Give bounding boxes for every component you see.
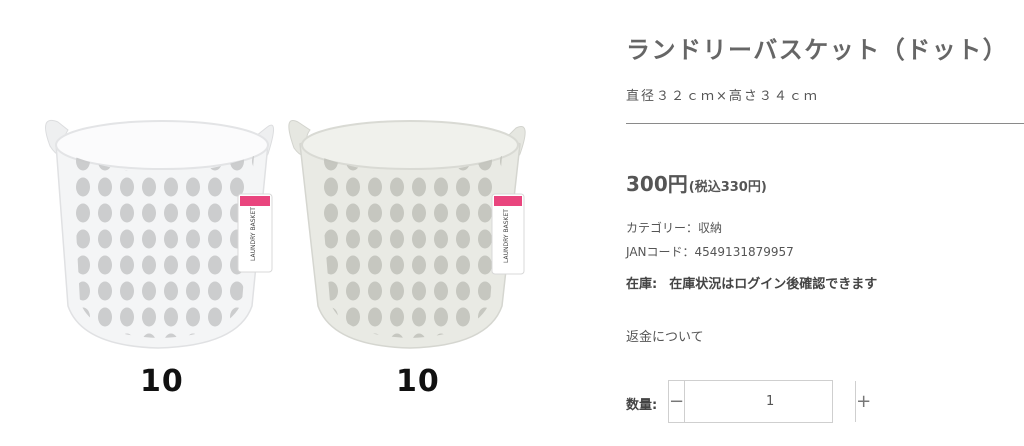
quantity-stepper: − + — [668, 380, 871, 423]
quantity-decrease-button[interactable]: − — [669, 381, 686, 422]
price-tax-note: (税込330円) — [688, 180, 767, 195]
product-category: カテゴリー：収納 — [626, 221, 723, 235]
svg-text:LAUNDRY BASKET: LAUNDRY BASKET — [250, 207, 257, 261]
quantity-input[interactable] — [685, 381, 856, 422]
stock-value: 在庫状況はログイン後確認できます — [669, 277, 878, 292]
basket-white: LAUNDRY BASKET — [45, 120, 274, 349]
quantity-label: 数量: — [626, 398, 658, 413]
product-info: ランドリーバスケット（ドット） 直径３２ｃｍ×高さ３４ｃｍ — [626, 30, 1024, 104]
price-value: 300円 — [626, 172, 688, 196]
basket-grey: LAUNDRY BASKET — [288, 120, 526, 349]
product-jan-code: JANコード：4549131879957 — [626, 245, 794, 259]
svg-text:LAUNDRY BASKET: LAUNDRY BASKET — [503, 209, 510, 263]
stock-status: 在庫: 在庫状況はログイン後確認できます — [626, 273, 877, 292]
product-photo-laundry-baskets: LAUNDRY BASKET LAUNDRY BASKET — [45, 120, 526, 349]
divider — [626, 123, 1024, 124]
product-title: ランドリーバスケット（ドット） — [626, 36, 1009, 64]
product-price: 300円(税込330円) — [626, 168, 767, 197]
variant-number-1: 10 — [140, 364, 184, 399]
product-image-gallery: LAUNDRY BASKET LAUNDRY BASKET 10 10 — [28, 44, 548, 436]
variant-number-2: 10 — [396, 364, 440, 399]
quantity-increase-button[interactable]: + — [855, 381, 871, 422]
refund-policy-link[interactable]: 返金について — [626, 326, 704, 345]
stock-label: 在庫: — [626, 277, 658, 292]
product-dimensions: 直径３２ｃｍ×高さ３４ｃｍ — [626, 89, 819, 104]
